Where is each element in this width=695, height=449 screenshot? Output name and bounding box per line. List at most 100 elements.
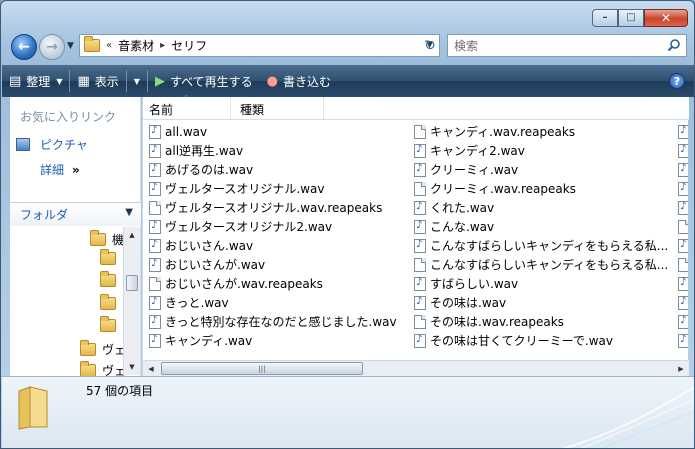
help-icon: ? bbox=[673, 74, 681, 88]
explorer-window: – □ ✕ ← → ▼ « 音素材 ▸ セリフ ▼ ↻ 検索 ▤ 整理 ▼ ▦ … bbox=[0, 0, 695, 449]
grip-icon: ||| bbox=[258, 364, 266, 373]
file-name: おじいさんが.wav.reapeaks bbox=[165, 277, 323, 291]
scroll-thumb[interactable]: ||| bbox=[161, 362, 363, 375]
burn-button[interactable]: ● 書き込む bbox=[260, 65, 338, 97]
column-header-name[interactable]: ⌃ 名前 bbox=[143, 94, 231, 119]
file-item[interactable] bbox=[678, 141, 688, 160]
document-icon bbox=[149, 276, 161, 291]
overflow-chevron-icon[interactable]: « bbox=[106, 40, 112, 51]
file-name: キャンディ2.wav bbox=[430, 144, 525, 158]
file-item[interactable]: あげるのは.wav bbox=[149, 160, 411, 179]
file-item[interactable]: all.wav bbox=[149, 122, 411, 141]
file-item[interactable]: その味は甘くてクリーミーで.wav bbox=[414, 331, 674, 350]
file-item[interactable]: きっと特別な存在なのだと感じました.wav bbox=[149, 312, 411, 331]
folders-label: フォルダ bbox=[20, 208, 69, 222]
search-icon[interactable] bbox=[667, 38, 681, 52]
file-item[interactable]: ヴェルタースオリジナル.wav bbox=[149, 179, 411, 198]
file-item[interactable]: キャンディ.wav.reapeaks bbox=[414, 122, 674, 141]
tree-folder-item[interactable] bbox=[100, 294, 122, 310]
forward-button[interactable]: → bbox=[39, 34, 65, 60]
scroll-down-icon[interactable]: ▼ bbox=[124, 359, 140, 375]
views-dropdown-button[interactable]: ▼ bbox=[127, 65, 147, 97]
breadcrumb-item[interactable]: 音素材 bbox=[118, 37, 154, 54]
document-icon bbox=[678, 219, 688, 234]
tree-folder-item[interactable] bbox=[100, 271, 122, 287]
file-item[interactable]: こんな.wav bbox=[414, 217, 674, 236]
folder-icon bbox=[80, 340, 96, 356]
file-item[interactable] bbox=[678, 255, 688, 274]
file-item[interactable]: おじいさん.wav bbox=[149, 236, 411, 255]
file-item[interactable]: おじいさんが.wav.reapeaks bbox=[149, 274, 411, 293]
views-icon: ▦ bbox=[77, 73, 90, 89]
more-links-button[interactable]: 詳細 » bbox=[40, 161, 80, 178]
file-item[interactable]: すばらしい.wav bbox=[414, 274, 674, 293]
file-item[interactable]: クリーミィ.wav.reapeaks bbox=[414, 179, 674, 198]
scroll-left-icon[interactable]: ◀ bbox=[143, 361, 159, 376]
recent-pages-dropdown[interactable]: ▼ bbox=[67, 41, 74, 51]
file-item[interactable] bbox=[678, 160, 688, 179]
file-list-pane: ⌃ 名前 種類 all.wav all逆再生.wav あげるのは.wav ヴェルタース… bbox=[142, 94, 689, 376]
audio-icon bbox=[414, 143, 426, 158]
file-item[interactable] bbox=[678, 274, 688, 293]
back-button[interactable]: ← bbox=[11, 34, 37, 60]
file-item[interactable]: こんなすばらしいキャンディをもらえる私... bbox=[414, 255, 674, 274]
file-item[interactable]: ヴェルタースオリジナル2.wav bbox=[149, 217, 411, 236]
file-item[interactable] bbox=[678, 312, 688, 331]
file-item[interactable] bbox=[678, 331, 688, 350]
file-item[interactable]: キャンディ2.wav bbox=[414, 141, 674, 160]
file-name: おじいさん.wav bbox=[165, 239, 254, 253]
breadcrumb-separator-icon[interactable]: ▸ bbox=[160, 40, 165, 51]
refresh-button[interactable]: ↻ bbox=[420, 35, 440, 56]
column-header-type[interactable]: 種類 bbox=[232, 97, 324, 119]
file-item[interactable]: くれた.wav bbox=[414, 198, 674, 217]
scroll-thumb[interactable] bbox=[126, 275, 138, 291]
file-item[interactable]: その味は.wav.reapeaks bbox=[414, 312, 674, 331]
file-item[interactable] bbox=[678, 217, 688, 236]
scroll-up-icon[interactable]: ▲ bbox=[124, 227, 140, 243]
chevron-down-icon: ▼ bbox=[56, 76, 63, 86]
close-button[interactable]: ✕ bbox=[644, 9, 688, 27]
tree-folder-item[interactable] bbox=[100, 316, 122, 332]
tree-folder-item[interactable]: 機 bbox=[90, 230, 124, 248]
file-item[interactable]: ヴェルタースオリジナル.wav.reapeaks bbox=[149, 198, 411, 217]
document-icon bbox=[414, 181, 426, 196]
column-type-label: 種類 bbox=[240, 103, 265, 117]
organize-button[interactable]: ▤ 整理 ▼ bbox=[2, 65, 69, 97]
views-button[interactable]: ▦ 表示 bbox=[70, 65, 125, 97]
audio-icon bbox=[149, 181, 161, 196]
horizontal-scrollbar[interactable]: ◀ ||| ▶ bbox=[143, 360, 689, 376]
file-item[interactable]: キャンディ.wav bbox=[149, 331, 411, 350]
document-icon bbox=[678, 257, 688, 272]
minimize-button[interactable]: – bbox=[592, 9, 618, 27]
audio-icon bbox=[414, 219, 426, 234]
file-item[interactable] bbox=[678, 179, 688, 198]
audio-icon bbox=[414, 276, 426, 291]
scroll-right-icon[interactable]: ▶ bbox=[673, 361, 689, 376]
file-item[interactable]: その味は.wav bbox=[414, 293, 674, 312]
minimize-icon: – bbox=[602, 12, 608, 23]
file-item[interactable]: all逆再生.wav bbox=[149, 141, 411, 160]
item-count: 57 個の項目 bbox=[86, 384, 154, 398]
play-all-button[interactable]: ▶ すべて再生する bbox=[148, 65, 260, 97]
file-item[interactable]: クリーミィ.wav bbox=[414, 160, 674, 179]
tree-folder-item[interactable]: ヴェ bbox=[80, 340, 126, 358]
file-item[interactable]: きっと.wav bbox=[149, 293, 411, 312]
favorite-link-pictures[interactable]: ピクチャ bbox=[16, 136, 88, 153]
breadcrumb-item[interactable]: セリフ bbox=[171, 37, 207, 54]
address-bar[interactable]: « 音素材 ▸ セリフ ▼ bbox=[79, 34, 440, 57]
file-item[interactable]: おじいさんが.wav bbox=[149, 255, 411, 274]
help-button[interactable]: ? bbox=[669, 73, 685, 89]
tree-folder-item[interactable] bbox=[100, 249, 122, 265]
folders-toggle[interactable]: フォルダ ▼ bbox=[10, 202, 141, 226]
audio-icon bbox=[149, 333, 161, 348]
search-input[interactable]: 検索 bbox=[447, 34, 687, 57]
maximize-button[interactable]: □ bbox=[618, 9, 644, 27]
file-item[interactable] bbox=[678, 198, 688, 217]
file-item[interactable] bbox=[678, 122, 688, 141]
file-item[interactable]: こんなすばらしいキャンディをもらえる私... bbox=[414, 236, 674, 255]
audio-icon bbox=[414, 333, 426, 348]
file-item[interactable] bbox=[678, 236, 688, 255]
file-item[interactable] bbox=[678, 293, 688, 312]
tree-vertical-scrollbar[interactable]: ▲ ▼ bbox=[123, 227, 140, 375]
file-name: ヴェルタースオリジナル2.wav bbox=[165, 220, 333, 234]
